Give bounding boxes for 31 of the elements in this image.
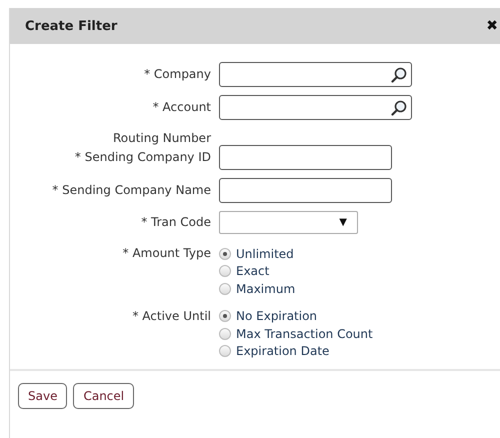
field-label: * Amount Type	[122, 245, 212, 262]
option-label: Max Transaction Count	[236, 326, 373, 341]
search-icon[interactable]	[391, 100, 407, 116]
field-label: Routing Number	[112, 130, 212, 146]
field-label: * Tran Code	[140, 214, 212, 231]
field-label: * Sending Company ID	[74, 149, 212, 166]
radio-button[interactable]	[219, 248, 231, 260]
lookup-field[interactable]	[219, 62, 412, 87]
search-icon[interactable]	[391, 66, 407, 82]
radio-button[interactable]	[219, 345, 231, 358]
option-label: No Expiration	[236, 309, 318, 324]
input-field[interactable]	[219, 178, 392, 203]
field-label: * Account	[152, 99, 212, 116]
dialog-title: Create Filter	[25, 18, 118, 34]
field-label: * Sending Company Name	[51, 182, 212, 199]
input-field[interactable]	[219, 145, 392, 170]
radio-button[interactable]	[219, 282, 231, 295]
radio-button[interactable]	[219, 310, 231, 322]
radio-button[interactable]	[219, 265, 231, 278]
cancel-button[interactable]: Cancel	[73, 383, 134, 409]
save-button[interactable]: Save	[18, 383, 68, 409]
option-label: Maximum	[236, 282, 296, 296]
field-label: * Active Until	[131, 308, 212, 324]
option-label: Expiration Date	[236, 344, 330, 358]
lookup-field[interactable]	[219, 95, 412, 120]
radio-button[interactable]	[219, 328, 231, 340]
option-label: Unlimited	[236, 246, 294, 261]
option-label: Exact	[236, 264, 270, 278]
dropdown[interactable]: ▼	[219, 211, 358, 234]
field-label: * Company	[143, 66, 212, 83]
close-button[interactable]: ✖	[486, 19, 498, 33]
